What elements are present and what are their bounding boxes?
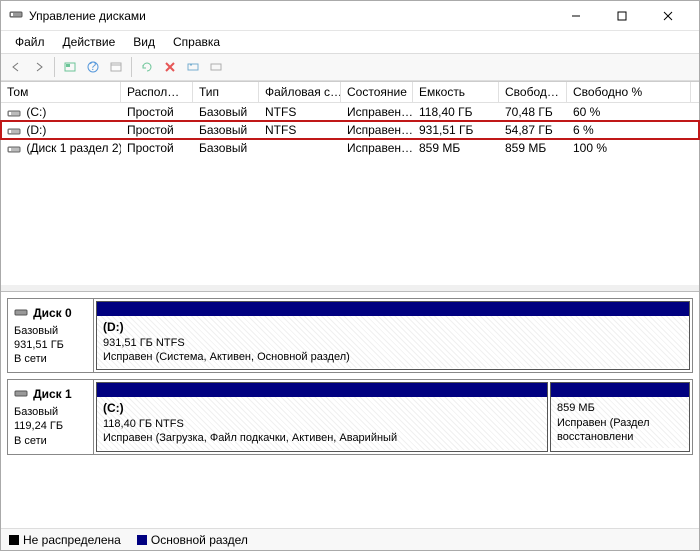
table-row[interactable]: (Диск 1 раздел 2)ПростойБазовый Исправен…… (1, 139, 699, 157)
disk-label: Диск 1Базовый119,24 ГБВ сети (8, 380, 94, 453)
col-fs[interactable]: Файловая с… (259, 82, 341, 102)
disk-block[interactable]: Диск 1Базовый119,24 ГБВ сети(C:)118,40 Г… (7, 379, 693, 454)
toolbar: ? (1, 53, 699, 81)
cell-name: (Диск 1 раздел 2) (1, 140, 121, 156)
partition-body: (C:)118,40 ГБ NTFSИсправен (Загрузка, Фа… (97, 397, 547, 449)
cell-free: 70,48 ГБ (499, 104, 567, 120)
delete-icon[interactable] (159, 56, 181, 78)
new-volume-icon[interactable] (182, 56, 204, 78)
disk-icon (14, 305, 28, 324)
titlebar: Управление дисками (1, 1, 699, 31)
menubar: Файл Действие Вид Справка (1, 31, 699, 53)
legend: Не распределена Основной раздел (1, 528, 699, 550)
partition-stripe (551, 383, 689, 397)
legend-unallocated: Не распределена (9, 533, 121, 547)
disk-partitions: (C:)118,40 ГБ NTFSИсправен (Загрузка, Фа… (94, 380, 692, 453)
maximize-button[interactable] (599, 1, 645, 31)
rescan-icon[interactable] (136, 56, 158, 78)
disk-partitions: (D:)931,51 ГБ NTFSИсправен (Система, Акт… (94, 299, 692, 372)
cell-freepct: 6 % (567, 122, 691, 138)
menu-file[interactable]: Файл (7, 33, 53, 51)
minimize-button[interactable] (553, 1, 599, 31)
list-header[interactable]: Том Распол… Тип Файловая с… Состояние Ем… (1, 81, 699, 103)
refresh-icon[interactable] (59, 56, 81, 78)
cell-fs: NTFS (259, 104, 341, 120)
menu-view[interactable]: Вид (125, 33, 163, 51)
partition-stripe (97, 383, 547, 397)
window-controls (553, 1, 691, 31)
cell-free: 54,87 ГБ (499, 122, 567, 138)
cell-layout: Простой (121, 122, 193, 138)
disk-block[interactable]: Диск 0Базовый931,51 ГБВ сети(D:)931,51 Г… (7, 298, 693, 373)
close-button[interactable] (645, 1, 691, 31)
cell-type: Базовый (193, 122, 259, 138)
cell-status: Исправен… (341, 104, 413, 120)
col-status[interactable]: Состояние (341, 82, 413, 102)
cell-free: 859 МБ (499, 140, 567, 156)
app-icon (9, 7, 23, 24)
col-volume[interactable]: Том (1, 82, 121, 102)
cell-layout: Простой (121, 104, 193, 120)
partition[interactable]: (D:)931,51 ГБ NTFSИсправен (Система, Акт… (96, 301, 690, 370)
col-type[interactable]: Тип (193, 82, 259, 102)
legend-primary: Основной раздел (137, 533, 248, 547)
window-title: Управление дисками (29, 9, 146, 23)
table-row[interactable]: (D:)ПростойБазовыйNTFSИсправен…931,51 ГБ… (1, 121, 699, 139)
properties-icon[interactable] (105, 56, 127, 78)
disk-graphical-view[interactable]: Диск 0Базовый931,51 ГБВ сети(D:)931,51 Г… (1, 291, 699, 528)
cell-status: Исправен… (341, 122, 413, 138)
cell-capacity: 859 МБ (413, 140, 499, 156)
partition-body: (D:)931,51 ГБ NTFSИсправен (Система, Акт… (97, 316, 689, 368)
help-icon[interactable]: ? (82, 56, 104, 78)
cell-type: Базовый (193, 140, 259, 156)
disk-label: Диск 0Базовый931,51 ГБВ сети (8, 299, 94, 372)
disk-icon (14, 386, 28, 405)
cell-capacity: 931,51 ГБ (413, 122, 499, 138)
cell-layout: Простой (121, 140, 193, 156)
col-freepct[interactable]: Свободно % (567, 82, 691, 102)
cell-name: (D:) (1, 122, 121, 138)
partition-body: 859 МБИсправен (Раздел восстановлени (551, 397, 689, 448)
menu-action[interactable]: Действие (55, 33, 124, 51)
col-free[interactable]: Свобод… (499, 82, 567, 102)
cell-freepct: 60 % (567, 104, 691, 120)
cell-name: (C:) (1, 104, 121, 120)
cell-type: Базовый (193, 104, 259, 120)
forward-icon[interactable] (28, 56, 50, 78)
partition[interactable]: 859 МБИсправен (Раздел восстановлени (550, 382, 690, 451)
menu-help[interactable]: Справка (165, 33, 228, 51)
cell-status: Исправен… (341, 140, 413, 156)
extend-icon[interactable] (205, 56, 227, 78)
col-capacity[interactable]: Емкость (413, 82, 499, 102)
col-layout[interactable]: Распол… (121, 82, 193, 102)
cell-freepct: 100 % (567, 140, 691, 156)
cell-fs: NTFS (259, 122, 341, 138)
cell-fs (259, 147, 341, 149)
back-icon[interactable] (5, 56, 27, 78)
svg-text:?: ? (90, 60, 97, 73)
partition[interactable]: (C:)118,40 ГБ NTFSИсправен (Загрузка, Фа… (96, 382, 548, 451)
partition-stripe (97, 302, 689, 316)
table-row[interactable]: (C:)ПростойБазовыйNTFSИсправен…118,40 ГБ… (1, 103, 699, 121)
cell-capacity: 118,40 ГБ (413, 104, 499, 120)
volume-list[interactable]: Том Распол… Тип Файловая с… Состояние Ем… (1, 81, 699, 291)
